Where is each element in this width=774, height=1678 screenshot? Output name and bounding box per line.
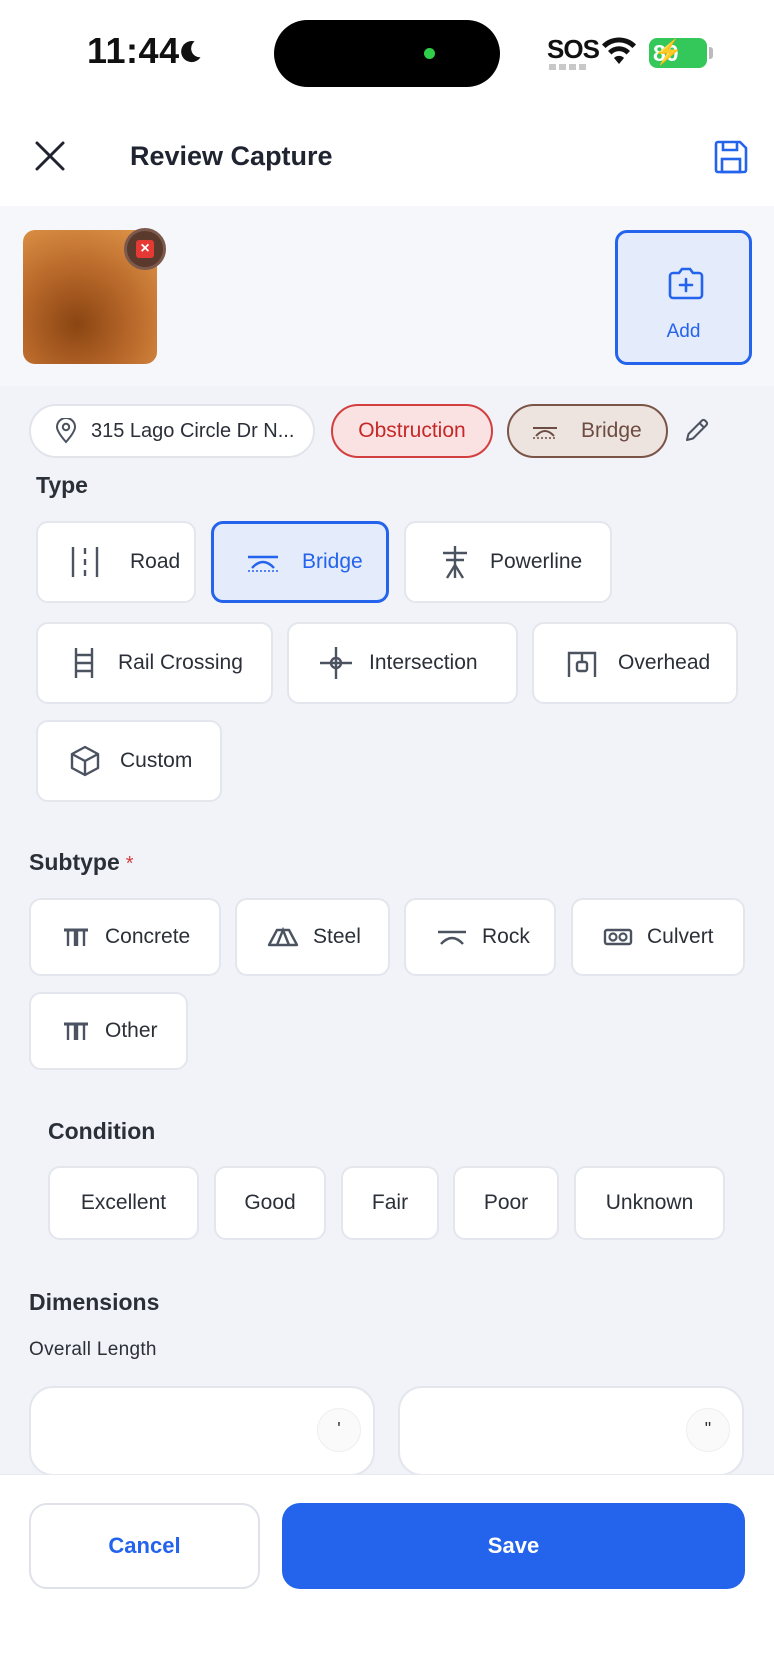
- type-option-label: Road: [130, 550, 181, 573]
- status-bar: 11:44 SOS 80 ⚡: [0, 0, 774, 108]
- dynamic-island: [274, 20, 500, 87]
- type-option-label: Overhead: [618, 651, 711, 674]
- road-icon: [71, 547, 99, 577]
- capture-form: 315 Lago Circle Dr N... Obstruction Brid…: [0, 386, 774, 1474]
- bridge-icon: [248, 555, 278, 572]
- cube-icon: [70, 745, 100, 777]
- type-section-title: Type: [36, 472, 88, 498]
- address-text: 315 Lago Circle Dr N...: [91, 419, 295, 442]
- save-icon[interactable]: [712, 138, 750, 176]
- bridge-icon: [533, 427, 557, 439]
- camera-plus-icon: [668, 267, 704, 300]
- inches-unit-badge: ": [686, 1408, 730, 1452]
- powerline-icon: [443, 546, 467, 579]
- condition-option-fair[interactable]: Fair: [341, 1166, 439, 1240]
- type-option-rail-crossing[interactable]: Rail Crossing: [36, 622, 273, 704]
- type-option-overhead[interactable]: Overhead: [532, 622, 738, 704]
- edit-pencil-icon[interactable]: [683, 416, 711, 444]
- steel-icon: [267, 927, 299, 947]
- add-photo-button[interactable]: Add: [615, 230, 752, 365]
- signal-dots: [549, 64, 589, 70]
- charging-icon: ⚡: [653, 39, 683, 66]
- type-option-intersection[interactable]: Intersection: [287, 622, 518, 704]
- rail-crossing-icon: [74, 648, 94, 678]
- type-option-label: Rail Crossing: [118, 651, 243, 674]
- condition-option-poor[interactable]: Poor: [453, 1166, 559, 1240]
- action-footer: Cancel Save: [0, 1474, 774, 1678]
- rock-bridge-icon: [438, 930, 466, 945]
- length-inches-input[interactable]: ": [398, 1386, 744, 1474]
- type-option-road[interactable]: Road: [36, 521, 196, 603]
- add-photo-label: Add: [666, 321, 701, 342]
- type-chip-label: Bridge: [581, 419, 642, 442]
- category-chip[interactable]: Obstruction: [331, 404, 493, 458]
- page-title: Review Capture: [130, 141, 333, 171]
- wifi-icon: [602, 37, 636, 64]
- battery-indicator: 80 ⚡: [649, 38, 713, 68]
- subtype-section-title: Subtype *: [29, 849, 134, 876]
- required-indicator: *: [125, 853, 134, 875]
- subtype-option-label: Steel: [313, 925, 361, 948]
- photo-strip: × Add: [0, 206, 774, 386]
- condition-option-good[interactable]: Good: [214, 1166, 326, 1240]
- length-feet-input[interactable]: ': [29, 1386, 375, 1474]
- remove-photo-icon[interactable]: ×: [124, 228, 166, 270]
- condition-option-unknown[interactable]: Unknown: [574, 1166, 725, 1240]
- location-pin-icon: [55, 418, 77, 444]
- carrier-label: SOS: [547, 34, 600, 64]
- subtype-option-steel[interactable]: Steel: [235, 898, 390, 976]
- subtype-option-culvert[interactable]: Culvert: [571, 898, 745, 976]
- cancel-button[interactable]: Cancel: [29, 1503, 260, 1589]
- status-time: 11:44: [87, 30, 180, 71]
- type-option-label: Powerline: [490, 550, 583, 573]
- moon-icon: [181, 41, 201, 63]
- other-icon: [64, 1022, 88, 1040]
- save-button[interactable]: Save: [282, 1503, 745, 1589]
- subtype-title-text: Subtype: [29, 849, 120, 875]
- type-option-label: Intersection: [369, 651, 478, 674]
- subtype-option-rock[interactable]: Rock: [404, 898, 556, 976]
- culvert-icon: [603, 928, 633, 946]
- subtype-option-label: Concrete: [105, 925, 191, 948]
- dimensions-section-title: Dimensions: [29, 1289, 160, 1315]
- subtype-option-concrete[interactable]: Concrete: [29, 898, 221, 976]
- app-header: Review Capture: [0, 108, 774, 206]
- category-label: Obstruction: [358, 419, 466, 442]
- intersection-icon: [320, 647, 352, 679]
- type-option-label: Bridge: [302, 550, 363, 573]
- subtype-option-label: Rock: [482, 925, 530, 948]
- type-option-bridge[interactable]: Bridge: [211, 521, 389, 603]
- overhead-icon: [567, 651, 597, 677]
- address-chip[interactable]: 315 Lago Circle Dr N...: [29, 404, 315, 458]
- subtype-option-label: Other: [105, 1019, 158, 1042]
- condition-section-title: Condition: [48, 1118, 156, 1144]
- close-icon[interactable]: [32, 138, 68, 174]
- type-chip[interactable]: Bridge: [507, 404, 668, 458]
- type-option-custom[interactable]: Custom: [36, 720, 222, 802]
- overall-length-label: Overall Length: [29, 1339, 157, 1360]
- type-option-label: Custom: [120, 749, 193, 772]
- subtype-option-other[interactable]: Other: [29, 992, 188, 1070]
- condition-option-excellent[interactable]: Excellent: [48, 1166, 199, 1240]
- subtype-option-label: Culvert: [647, 925, 714, 948]
- feet-unit-badge: ': [317, 1408, 361, 1452]
- concrete-icon: [64, 928, 88, 946]
- type-option-powerline[interactable]: Powerline: [404, 521, 612, 603]
